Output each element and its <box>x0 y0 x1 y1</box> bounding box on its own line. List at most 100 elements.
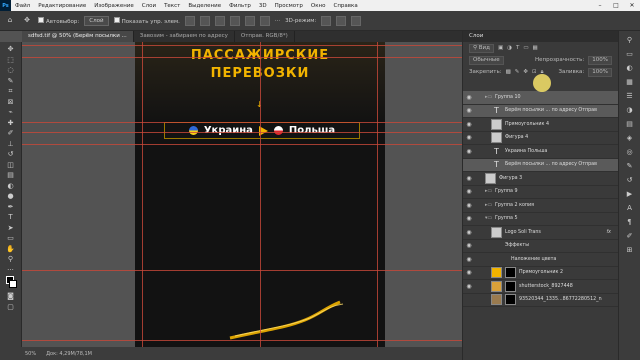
visibility-eye-icon[interactable]: ◉ <box>463 242 475 249</box>
brush-settings-icon[interactable]: ✐ <box>625 231 635 241</box>
visibility-eye-icon[interactable]: ◉ <box>463 269 475 276</box>
fill-input[interactable]: 100% <box>588 67 612 77</box>
guide-vertical[interactable] <box>142 42 143 347</box>
layers-icon[interactable]: ◈ <box>625 133 635 143</box>
show-controls-checkbox[interactable]: Показать упр. элем. <box>113 16 180 25</box>
crop-icon[interactable]: ⌗ <box>5 86 17 97</box>
blend-mode-dropdown[interactable]: Обычные <box>469 55 504 65</box>
move-icon[interactable]: ✥ <box>5 44 17 55</box>
guide-horizontal[interactable] <box>22 132 462 133</box>
libraries-icon[interactable]: ▤ <box>625 119 635 129</box>
frame-icon[interactable]: ⊠ <box>5 97 17 108</box>
color-panel-icon[interactable]: ◐ <box>625 63 635 73</box>
visibility-eye-icon[interactable]: ◉ <box>463 215 475 222</box>
3d-pan-icon[interactable] <box>351 15 362 26</box>
visibility-eye-icon[interactable]: ◉ <box>463 256 475 263</box>
blur-icon[interactable]: ◐ <box>5 181 17 192</box>
align-left-icon[interactable] <box>184 15 195 26</box>
menu-view[interactable]: Просмотр <box>271 3 307 9</box>
layer-row[interactable]: ◉ Прямоугольник 2 <box>463 267 619 280</box>
healing-brush-icon[interactable]: ✚ <box>5 118 17 129</box>
history-icon[interactable]: ↺ <box>625 175 635 185</box>
more-options-icon[interactable]: ··· <box>275 18 280 24</box>
tab-document-3[interactable]: Отправ. RGB/8*) <box>235 31 295 42</box>
align-bottom-icon[interactable] <box>259 15 270 26</box>
menu-help[interactable]: Справка <box>329 3 361 9</box>
filter-pixel-icon[interactable]: ▣ <box>498 45 503 51</box>
layer-effect-row[interactable]: ◉ Наложение цвета <box>463 253 619 267</box>
layer-row[interactable]: T Берём посылки ... по адресу Отправ <box>463 158 619 172</box>
adjustments-icon[interactable]: ◑ <box>625 105 635 115</box>
visibility-eye-icon[interactable]: ◉ <box>463 188 475 195</box>
pen-icon[interactable]: ✒ <box>5 202 17 213</box>
brush-icon[interactable]: ✐ <box>5 128 17 139</box>
doc-info[interactable]: Док: 4,29М/78,1М <box>46 351 92 357</box>
menu-3d[interactable]: 3D <box>255 3 271 9</box>
visibility-eye-icon[interactable]: ◉ <box>463 175 475 182</box>
filter-shape-icon[interactable]: ▭ <box>523 45 528 51</box>
rectangle-icon[interactable]: ▭ <box>5 233 17 244</box>
align-center-icon[interactable] <box>199 15 210 26</box>
layer-effects-icon[interactable]: fx <box>606 230 611 235</box>
3d-roll-icon[interactable] <box>336 15 347 26</box>
tab-document-1[interactable]: sdfsd.tif @ 50% (Берём посылки ... <box>22 31 134 42</box>
search-icon[interactable]: ⚲ <box>625 35 635 45</box>
quick-select-icon[interactable]: ✎ <box>5 76 17 87</box>
dodge-icon[interactable]: ● <box>5 191 17 202</box>
canvas-area[interactable]: ПАССАЖИРСКИЕ ПЕРЕВОЗКИ ↓ Украина Польша <box>22 42 462 347</box>
eyedropper-icon[interactable]: ⌁ <box>5 107 17 118</box>
layer-row[interactable]: ◉ ▸▭ Группа 10 <box>463 91 619 105</box>
visibility-eye-icon[interactable]: ◉ <box>463 283 475 290</box>
path-select-icon[interactable]: ➤ <box>5 223 17 234</box>
properties-icon[interactable]: ☰ <box>625 91 635 101</box>
history-brush-icon[interactable]: ↺ <box>5 149 17 160</box>
lock-artboard-icon[interactable]: ⊡ <box>532 69 537 75</box>
menu-text[interactable]: Текст <box>160 3 184 9</box>
align-right-icon[interactable] <box>214 15 225 26</box>
autoselect-checkbox[interactable]: Автовыбор: <box>38 16 79 25</box>
filter-smart-icon[interactable]: ▦ <box>533 45 538 51</box>
more-tools-icon[interactable]: ··· <box>5 265 17 276</box>
layer-row[interactable]: ◉ Фигура 3 <box>463 172 619 186</box>
workspace-icon[interactable]: ▭ <box>625 49 635 59</box>
channels-icon[interactable]: ◎ <box>625 147 635 157</box>
menu-edit[interactable]: Редактирование <box>34 3 90 9</box>
guide-horizontal[interactable] <box>22 122 462 123</box>
filter-adjust-icon[interactable]: ◑ <box>507 45 512 51</box>
close-button[interactable]: ✕ <box>624 2 640 9</box>
visibility-eye-icon[interactable]: ◉ <box>463 94 475 101</box>
guide-horizontal[interactable] <box>22 270 462 271</box>
opacity-input[interactable]: 100% <box>588 55 612 65</box>
hand-icon[interactable]: ✋ <box>5 244 17 255</box>
actions-icon[interactable]: ▶ <box>625 189 635 199</box>
visibility-eye-icon[interactable]: ◉ <box>463 121 475 128</box>
autoselect-dropdown[interactable]: Слой <box>84 15 109 26</box>
layer-row[interactable]: ◉ ▾▭ Группа 5 <box>463 213 619 226</box>
guide-horizontal[interactable] <box>22 45 462 46</box>
layer-row[interactable]: ◉ T Украина Польша <box>463 145 619 159</box>
zoom-icon[interactable]: ⚲ <box>5 254 17 265</box>
layer-row[interactable]: ◉ shutterstock_8927448 <box>463 280 619 294</box>
gradient-icon[interactable]: ▤ <box>5 170 17 181</box>
guide-horizontal[interactable] <box>22 340 462 341</box>
color-swatches-icon[interactable] <box>5 275 17 291</box>
maximize-button[interactable]: □ <box>608 2 624 9</box>
eraser-icon[interactable]: ◫ <box>5 160 17 171</box>
paths-icon[interactable]: ✎ <box>625 161 635 171</box>
lasso-icon[interactable]: ◌ <box>5 65 17 76</box>
home-icon[interactable]: ⌂ <box>4 15 16 26</box>
paragraph-icon[interactable]: ¶ <box>625 217 635 227</box>
3d-rotate-icon[interactable] <box>321 15 332 26</box>
guide-horizontal[interactable] <box>22 144 462 145</box>
zoom-level[interactable]: 50% <box>25 351 36 357</box>
menu-window[interactable]: Окно <box>307 3 330 9</box>
visibility-eye-icon[interactable]: ◉ <box>463 107 475 114</box>
layer-row[interactable]: ◉ T Берём посылки ... по адресу Отправ <box>463 104 619 118</box>
visibility-eye-icon[interactable]: ◉ <box>463 202 475 209</box>
screen-mode-icon[interactable]: ▢ <box>5 302 17 313</box>
menu-image[interactable]: Изображение <box>90 3 138 9</box>
guide-horizontal[interactable] <box>22 57 462 58</box>
menu-file[interactable]: Файл <box>11 3 34 9</box>
visibility-eye-icon[interactable]: ◉ <box>463 229 475 236</box>
layer-effect-row[interactable]: ◉ Эффекты <box>463 240 619 253</box>
